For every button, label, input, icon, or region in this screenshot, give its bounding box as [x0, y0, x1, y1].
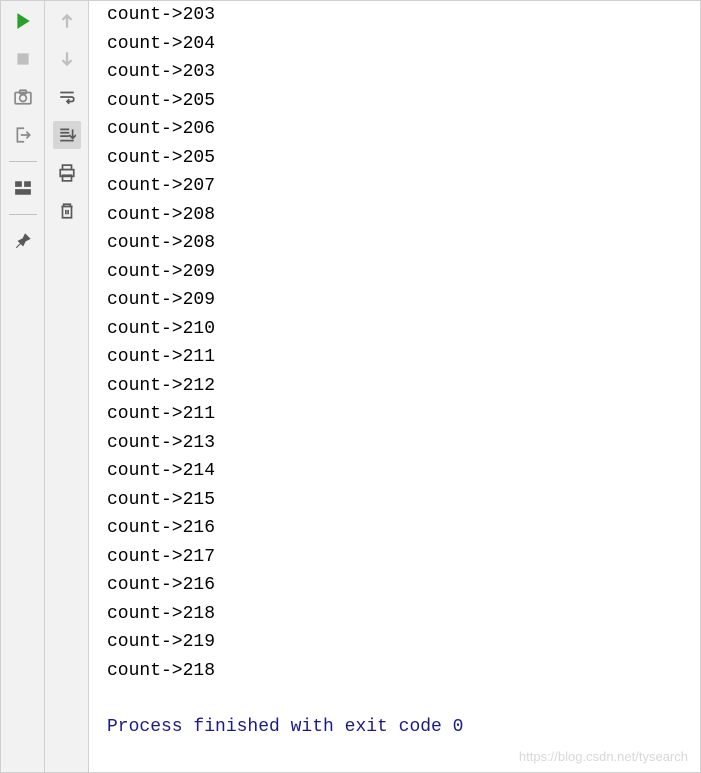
console-line: count->205 — [107, 144, 682, 173]
console-line: count->214 — [107, 457, 682, 486]
toolbar-secondary — [45, 1, 89, 772]
exit-message: Process finished with exit code 0 — [107, 713, 682, 742]
layout-icon — [14, 179, 32, 197]
console-line: count->204 — [107, 30, 682, 59]
console-line: count->211 — [107, 343, 682, 372]
arrow-up-icon — [58, 12, 76, 30]
exit-button[interactable] — [9, 121, 37, 149]
console-line: count->203 — [107, 1, 682, 30]
console-line: count->209 — [107, 258, 682, 287]
console-line: count->215 — [107, 486, 682, 515]
console-line: count->211 — [107, 400, 682, 429]
print-button[interactable] — [53, 159, 81, 187]
trash-icon — [58, 202, 76, 220]
console-output[interactable]: count->203count->204count->203count->205… — [89, 1, 700, 772]
toolbar-divider — [9, 161, 37, 162]
console-line: count->218 — [107, 657, 682, 686]
console-line: count->205 — [107, 87, 682, 116]
console-line: count->206 — [107, 115, 682, 144]
wrap-icon — [58, 88, 76, 106]
console-line: count->213 — [107, 429, 682, 458]
run-button[interactable] — [9, 7, 37, 35]
stop-button[interactable] — [9, 45, 37, 73]
console-content: count->203count->204count->203count->205… — [89, 1, 700, 762]
toolbar-primary — [1, 1, 45, 772]
console-line: count->216 — [107, 514, 682, 543]
main-container: count->203count->204count->203count->205… — [1, 1, 700, 772]
console-line: count->209 — [107, 286, 682, 315]
stop-icon — [14, 50, 32, 68]
console-line: count->216 — [107, 571, 682, 600]
camera-icon — [14, 88, 32, 106]
console-line: count->208 — [107, 201, 682, 230]
console-line: count->203 — [107, 58, 682, 87]
console-line: count->217 — [107, 543, 682, 572]
layout-button[interactable] — [9, 174, 37, 202]
console-line: count->212 — [107, 372, 682, 401]
console-line: count->219 — [107, 628, 682, 657]
console-line: count->208 — [107, 229, 682, 258]
delete-button[interactable] — [53, 197, 81, 225]
pin-icon — [14, 232, 32, 250]
camera-button[interactable] — [9, 83, 37, 111]
console-line: count->207 — [107, 172, 682, 201]
console-line: count->218 — [107, 600, 682, 629]
play-icon — [14, 12, 32, 30]
scroll-icon — [58, 126, 76, 144]
down-button[interactable] — [53, 45, 81, 73]
exit-icon — [14, 126, 32, 144]
console-line: count->210 — [107, 315, 682, 344]
scroll-to-end-button[interactable] — [53, 121, 81, 149]
wrap-button[interactable] — [53, 83, 81, 111]
print-icon — [58, 164, 76, 182]
pin-button[interactable] — [9, 227, 37, 255]
toolbar-divider-2 — [9, 214, 37, 215]
arrow-down-icon — [58, 50, 76, 68]
up-button[interactable] — [53, 7, 81, 35]
